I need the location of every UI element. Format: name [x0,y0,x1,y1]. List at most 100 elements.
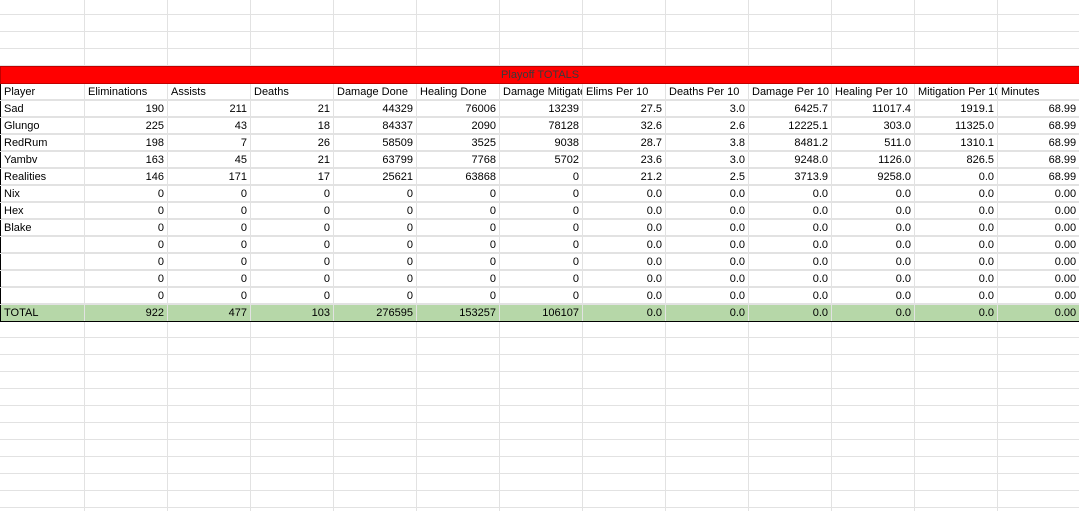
data-cell[interactable]: 0 [167,253,251,271]
data-cell[interactable]: 1919.1 [914,100,998,118]
data-cell[interactable]: 0.00 [997,287,1079,305]
data-cell[interactable]: 511.0 [831,134,915,152]
data-cell[interactable]: 0 [333,185,417,203]
data-cell[interactable]: 45 [167,151,251,169]
data-cell[interactable]: 0.0 [914,236,998,254]
data-cell[interactable]: 68.99 [997,151,1079,169]
data-cell[interactable]: 0.0 [831,219,915,237]
data-cell[interactable]: 0.0 [914,253,998,271]
data-cell[interactable]: 0 [84,219,168,237]
data-cell[interactable]: 7 [167,134,251,152]
data-cell[interactable]: 0 [333,253,417,271]
total-cell[interactable]: 0.0 [582,304,666,322]
data-cell[interactable]: 0.0 [582,253,666,271]
data-cell[interactable]: 21.2 [582,168,666,186]
total-cell[interactable]: 103 [250,304,334,322]
data-cell[interactable]: 2.5 [665,168,749,186]
data-cell[interactable]: 44329 [333,100,417,118]
total-cell[interactable]: 0.0 [748,304,832,322]
data-cell[interactable]: 0.00 [997,185,1079,203]
data-cell[interactable]: 0.0 [665,236,749,254]
column-header-cell[interactable]: Assists [167,83,251,101]
data-cell[interactable]: 78128 [499,117,583,135]
data-cell[interactable]: 0 [250,202,334,220]
data-cell[interactable]: 11017.4 [831,100,915,118]
data-cell[interactable]: 0.0 [665,219,749,237]
data-cell[interactable]: 1310.1 [914,134,998,152]
column-header-cell[interactable]: Deaths [250,83,334,101]
data-cell[interactable]: 0 [250,253,334,271]
data-cell[interactable]: 0 [167,270,251,288]
data-cell[interactable]: 9038 [499,134,583,152]
data-cell[interactable]: 68.99 [997,117,1079,135]
data-cell[interactable]: 0.0 [665,253,749,271]
data-cell[interactable]: 0.0 [831,202,915,220]
data-cell[interactable]: 0.0 [582,270,666,288]
data-cell[interactable]: 0 [333,287,417,305]
data-cell[interactable]: 0.0 [914,219,998,237]
data-cell[interactable]: 8481.2 [748,134,832,152]
total-cell[interactable]: 276595 [333,304,417,322]
data-cell[interactable]: 0 [499,236,583,254]
column-header-cell[interactable]: Minutes [997,83,1079,101]
data-cell[interactable]: 225 [84,117,168,135]
data-cell[interactable]: 146 [84,168,168,186]
data-cell[interactable]: 63799 [333,151,417,169]
data-cell[interactable]: 0 [333,219,417,237]
data-cell[interactable]: 0 [499,168,583,186]
spreadsheet-grid[interactable]: Playoff TOTALS Player Eliminations Assists D… [0,0,1079,511]
player-name-cell[interactable] [0,287,85,305]
data-cell[interactable]: 0 [250,236,334,254]
player-name-cell[interactable]: RedRum [0,134,85,152]
data-cell[interactable]: 0.0 [582,287,666,305]
total-cell[interactable]: 0.00 [997,304,1079,322]
data-cell[interactable]: 0.00 [997,236,1079,254]
data-cell[interactable]: 0 [499,287,583,305]
data-cell[interactable]: 0.0 [665,270,749,288]
data-cell[interactable]: 43 [167,117,251,135]
data-cell[interactable]: 0 [250,287,334,305]
data-cell[interactable]: 18 [250,117,334,135]
data-cell[interactable]: 0.0 [748,219,832,237]
data-cell[interactable]: 0 [84,253,168,271]
total-cell[interactable]: 0.0 [914,304,998,322]
total-cell[interactable]: 153257 [416,304,500,322]
data-cell[interactable]: 27.5 [582,100,666,118]
data-cell[interactable]: 63868 [416,168,500,186]
data-cell[interactable]: 0.0 [914,270,998,288]
data-cell[interactable]: 0 [333,202,417,220]
data-cell[interactable]: 0.0 [582,202,666,220]
data-cell[interactable]: 12225.1 [748,117,832,135]
data-cell[interactable]: 826.5 [914,151,998,169]
data-cell[interactable]: 0.00 [997,253,1079,271]
data-cell[interactable]: 68.99 [997,100,1079,118]
player-name-cell[interactable]: Sad [0,100,85,118]
data-cell[interactable]: 0.0 [831,270,915,288]
total-cell[interactable]: 0.0 [665,304,749,322]
data-cell[interactable]: 2090 [416,117,500,135]
data-cell[interactable]: 0 [84,270,168,288]
data-cell[interactable]: 0.00 [997,270,1079,288]
data-cell[interactable]: 58509 [333,134,417,152]
total-cell[interactable]: 0.0 [831,304,915,322]
data-cell[interactable]: 198 [84,134,168,152]
data-cell[interactable]: 32.6 [582,117,666,135]
player-name-cell[interactable]: Hex [0,202,85,220]
data-cell[interactable]: 0 [84,236,168,254]
data-cell[interactable]: 76006 [416,100,500,118]
data-cell[interactable]: 0 [250,219,334,237]
data-cell[interactable]: 0 [499,185,583,203]
data-cell[interactable]: 21 [250,151,334,169]
data-cell[interactable]: 0.0 [582,219,666,237]
data-cell[interactable]: 0 [416,185,500,203]
data-cell[interactable]: 9258.0 [831,168,915,186]
data-cell[interactable]: 23.6 [582,151,666,169]
column-header-cell[interactable]: Mitigation Per 10 [914,83,998,101]
data-cell[interactable]: 0.0 [914,287,998,305]
column-header-cell[interactable]: Elims Per 10 [582,83,666,101]
data-cell[interactable]: 190 [84,100,168,118]
column-header-cell[interactable]: Player [0,83,85,101]
player-name-cell[interactable] [0,253,85,271]
data-cell[interactable]: 0.0 [582,236,666,254]
data-cell[interactable]: 0 [499,270,583,288]
